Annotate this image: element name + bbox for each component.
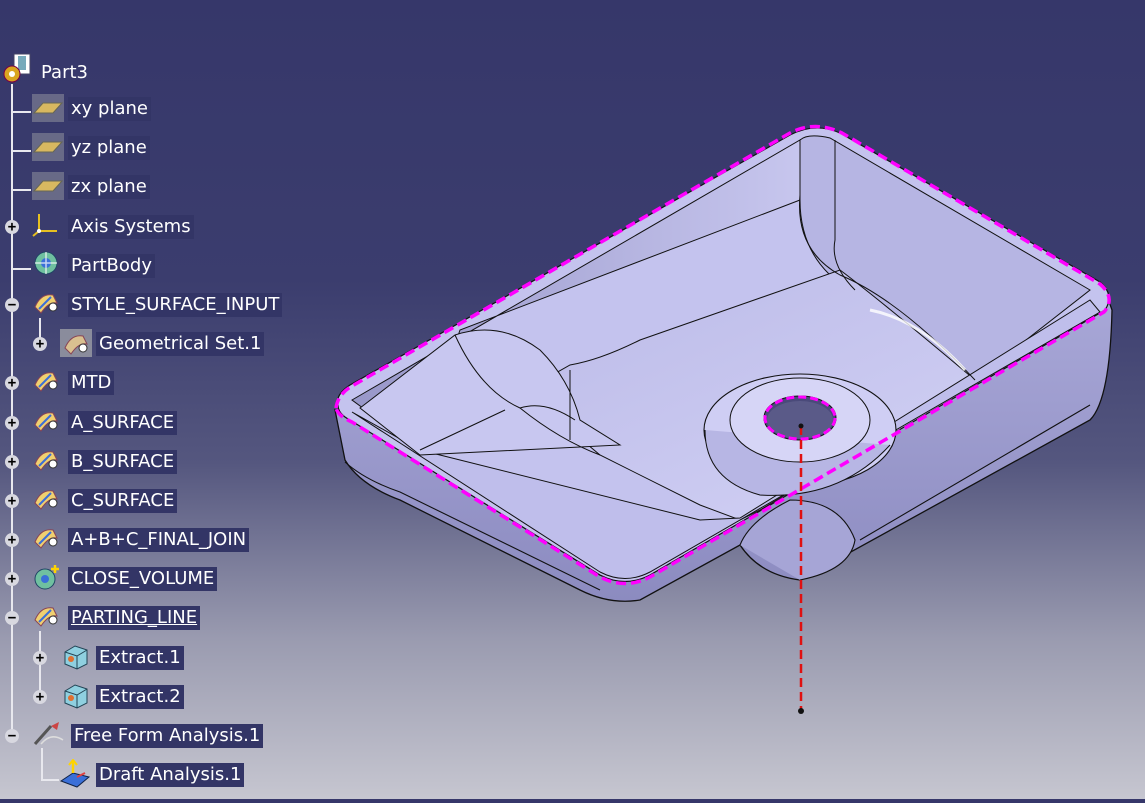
expand-icon[interactable]: + bbox=[33, 651, 47, 665]
tree-node[interactable]: + MTD bbox=[0, 371, 330, 395]
tree-node[interactable]: xy plane bbox=[0, 94, 330, 122]
geometrical-set-icon bbox=[31, 407, 61, 432]
tree-node[interactable]: + Extract.2 bbox=[0, 684, 330, 709]
tree-node-label[interactable]: Axis Systems bbox=[68, 215, 194, 239]
tree-node-label[interactable]: Geometrical Set.1 bbox=[96, 332, 265, 356]
expand-icon[interactable]: + bbox=[5, 533, 19, 547]
geometrical-set-icon bbox=[31, 446, 61, 471]
pull-direction-start-point bbox=[798, 423, 804, 429]
specification-tree: Part3 xy plane yz plane zx plane + Axis Syst… bbox=[0, 0, 330, 799]
tree-node-label[interactable]: Extract.2 bbox=[96, 685, 184, 709]
pull-direction-end-point bbox=[798, 708, 804, 714]
tree-node-label[interactable]: Extract.1 bbox=[96, 646, 184, 670]
tree-node[interactable]: − Free Form Analysis.1 bbox=[0, 722, 330, 748]
geometrical-set-icon bbox=[31, 485, 61, 510]
expand-icon[interactable]: + bbox=[33, 690, 47, 704]
tree-node-label[interactable]: A+B+C_FINAL_JOIN bbox=[68, 528, 250, 552]
expand-icon[interactable]: + bbox=[5, 220, 19, 234]
close-volume-icon bbox=[31, 563, 61, 590]
tree-node-label[interactable]: A_SURFACE bbox=[68, 411, 178, 435]
tree-node[interactable]: + Axis Systems bbox=[0, 214, 330, 239]
3d-viewport[interactable] bbox=[330, 0, 1145, 799]
tray-part-3d-model[interactable] bbox=[330, 0, 1145, 799]
tree-node[interactable]: + C_SURFACE bbox=[0, 489, 330, 513]
expand-icon[interactable]: + bbox=[33, 337, 47, 351]
tree-node[interactable]: + Extract.1 bbox=[0, 645, 330, 670]
tree-node[interactable]: + B_SURFACE bbox=[0, 450, 330, 474]
expand-icon[interactable]: + bbox=[5, 376, 19, 390]
tree-node[interactable]: Draft Analysis.1 bbox=[0, 758, 330, 788]
expand-icon[interactable]: + bbox=[5, 455, 19, 469]
tree-node[interactable]: − PARTING_LINE bbox=[0, 606, 330, 630]
geometrical-set-child-icon bbox=[59, 328, 92, 357]
expand-icon[interactable]: + bbox=[5, 416, 19, 430]
tree-node[interactable]: PartBody bbox=[0, 251, 330, 278]
expand-icon[interactable]: + bbox=[5, 494, 19, 508]
tree-node-label[interactable]: PartBody bbox=[68, 254, 155, 278]
draft-analysis-icon bbox=[59, 758, 91, 788]
plane-icon bbox=[31, 93, 64, 122]
axis-system-icon bbox=[31, 211, 61, 237]
tree-node-label[interactable]: MTD bbox=[68, 371, 115, 395]
collapse-icon[interactable]: − bbox=[5, 611, 19, 625]
tree-node-label[interactable]: STYLE_SURFACE_INPUT bbox=[68, 293, 283, 317]
geometrical-set-icon bbox=[31, 289, 61, 314]
extract-icon bbox=[59, 642, 89, 670]
tree-node-label[interactable]: xy plane bbox=[68, 97, 151, 121]
tree-root-label[interactable]: Part3 bbox=[38, 61, 91, 85]
geometrical-set-icon bbox=[31, 367, 61, 392]
tree-node-label[interactable]: PARTING_LINE bbox=[68, 606, 201, 630]
tree-node-label[interactable]: CLOSE_VOLUME bbox=[68, 567, 218, 591]
plane-icon bbox=[31, 132, 64, 161]
tree-node[interactable]: zx plane bbox=[0, 172, 330, 200]
plane-icon bbox=[31, 171, 64, 200]
tree-node[interactable]: yz plane bbox=[0, 133, 330, 161]
tree-node-label[interactable]: Draft Analysis.1 bbox=[96, 763, 245, 787]
free-form-analysis-icon bbox=[31, 720, 64, 745]
geometrical-set-icon bbox=[31, 602, 61, 627]
tree-node[interactable]: − STYLE_SURFACE_INPUT bbox=[0, 293, 330, 317]
tree-node[interactable]: + A+B+C_FINAL_JOIN bbox=[0, 528, 330, 552]
tree-node[interactable]: + Geometrical Set.1 bbox=[0, 329, 330, 357]
tree-node-label[interactable]: zx plane bbox=[68, 175, 150, 199]
tree-node-label[interactable]: B_SURFACE bbox=[68, 450, 178, 474]
tree-node-label[interactable]: yz plane bbox=[68, 136, 150, 160]
tree-node[interactable]: + CLOSE_VOLUME bbox=[0, 565, 330, 591]
part-icon bbox=[2, 52, 38, 86]
tree-node-label[interactable]: C_SURFACE bbox=[68, 489, 178, 513]
tree-node[interactable]: + A_SURFACE bbox=[0, 411, 330, 435]
part-body-icon bbox=[31, 250, 61, 275]
extract-icon bbox=[59, 681, 89, 709]
tree-node-label[interactable]: Free Form Analysis.1 bbox=[71, 724, 264, 748]
geometrical-set-icon bbox=[31, 524, 61, 549]
collapse-icon[interactable]: − bbox=[5, 729, 19, 743]
collapse-icon[interactable]: − bbox=[5, 298, 19, 312]
expand-icon[interactable]: + bbox=[5, 572, 19, 586]
